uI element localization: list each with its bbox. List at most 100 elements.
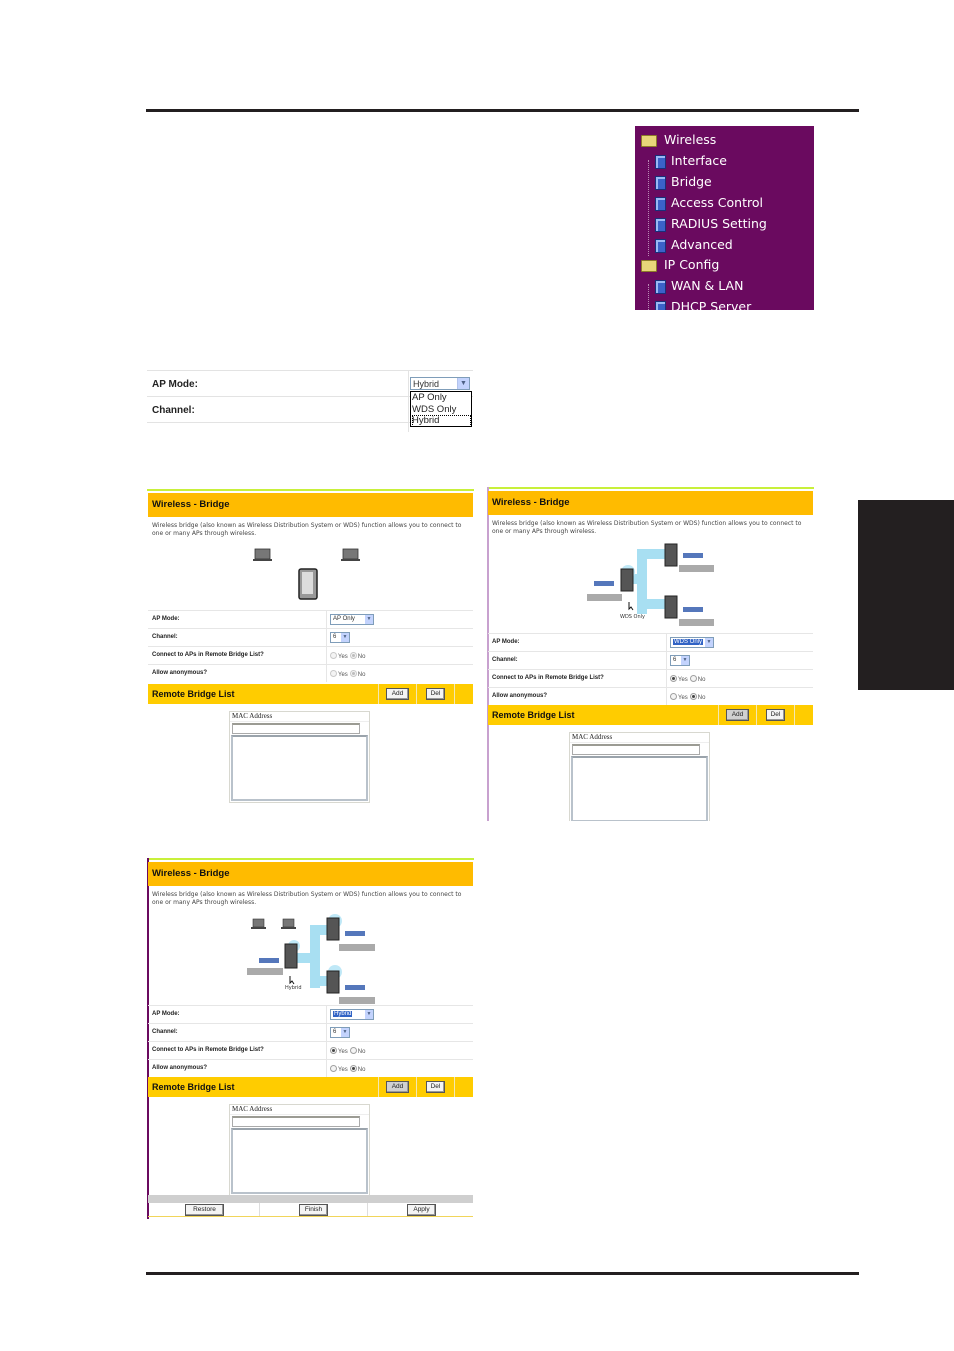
connect-no-radio[interactable]: [689, 675, 697, 682]
restore-button[interactable]: Restore: [185, 1204, 224, 1216]
chevron-down-icon: ▼: [705, 638, 713, 647]
laptop-icon: [341, 548, 360, 561]
header-rule: [146, 109, 859, 112]
laptop-icon: [281, 918, 296, 929]
mac-address-list[interactable]: [231, 735, 368, 801]
anonymous-yes-radio[interactable]: [330, 1065, 337, 1072]
anonymous-no-radio[interactable]: [349, 1065, 357, 1072]
page-icon: [655, 154, 666, 169]
del-button[interactable]: Del: [426, 688, 445, 700]
ap-mode-options: AP Only WDS Only Hybrid: [410, 391, 472, 427]
connect-yes-radio[interactable]: [670, 675, 677, 682]
chevron-down-icon: ▼: [365, 615, 373, 624]
option-hybrid[interactable]: Hybrid: [412, 415, 471, 427]
anonymous-yes-radio[interactable]: [330, 670, 337, 677]
mac-address-input[interactable]: [232, 723, 360, 734]
panel-title: Wireless - Bridge: [148, 862, 473, 886]
add-button[interactable]: Add: [726, 709, 749, 721]
page-icon: [655, 175, 666, 190]
access-point-icon: [326, 970, 340, 994]
menu-item-dhcp-server[interactable]: DHCP Server: [655, 297, 751, 310]
access-point-icon: [620, 568, 634, 592]
ap-only-diagram: [253, 548, 360, 600]
panel-description: Wireless bridge (also known as Wireless …: [152, 891, 462, 906]
menu-item-bridge[interactable]: Bridge: [655, 172, 712, 192]
option-ap-only[interactable]: AP Only: [412, 392, 471, 404]
menu-item-advanced[interactable]: Advanced: [655, 235, 733, 255]
ap-mode-select[interactable]: Hybrid ▼: [330, 1009, 374, 1020]
ap-mode-select[interactable]: WDS Only ▼: [670, 637, 714, 648]
diagram-caption: Hybrid: [285, 985, 302, 991]
ap-mode-select[interactable]: AP Only ▼: [330, 614, 374, 625]
page-icon: [655, 217, 666, 232]
access-point-icon: [664, 595, 678, 619]
menu-item-wan-lan[interactable]: WAN & LAN: [655, 276, 743, 296]
action-footer: Restore Finish Apply: [148, 1195, 473, 1217]
del-button[interactable]: Del: [426, 1081, 445, 1093]
diagram-caption: WDS Only: [620, 614, 645, 620]
folder-open-icon: [641, 134, 657, 147]
mac-address-list[interactable]: [571, 756, 708, 821]
panel-description: Wireless bridge (also known as Wireless …: [492, 520, 802, 535]
footer-rule: [146, 1272, 859, 1275]
remote-bridge-list-bar: Remote Bridge List Add Del: [148, 684, 473, 704]
cursor-icon: [289, 976, 295, 985]
ap-mode-select[interactable]: Hybrid ▼: [410, 377, 470, 390]
page-icon: [655, 238, 666, 253]
menu-item-radius-setting[interactable]: RADIUS Setting: [655, 214, 767, 234]
apply-button[interactable]: Apply: [407, 1204, 436, 1216]
del-button[interactable]: Del: [766, 709, 785, 721]
chevron-down-icon: ▼: [681, 656, 689, 665]
remote-bridge-list-bar: Remote Bridge List Add Del: [148, 1077, 473, 1097]
add-button[interactable]: Add: [386, 688, 409, 700]
option-wds-only[interactable]: WDS Only: [412, 404, 471, 416]
anonymous-no-radio[interactable]: [349, 670, 357, 677]
mac-address-input[interactable]: [572, 744, 700, 755]
mac-address-label: MAC Address: [230, 712, 369, 722]
anonymous-no-radio[interactable]: [689, 693, 697, 700]
laptop-icon: [253, 548, 272, 561]
anonymous-yes-radio[interactable]: [670, 693, 677, 700]
connect-remote-row: Connect to APs in Remote Bridge List? Yes…: [148, 646, 473, 664]
mac-address-list[interactable]: [231, 1128, 368, 1194]
mac-address-label: MAC Address: [570, 733, 709, 743]
ap-mode-row: AP Mode: AP Only ▼: [148, 610, 473, 628]
bridge-panel-wds-only: Wireless - Bridge Wireless bridge (also …: [487, 487, 814, 821]
add-button[interactable]: Add: [386, 1081, 409, 1093]
menu-folder-ip-config[interactable]: IP Config: [641, 255, 719, 275]
chevron-down-icon: ▼: [341, 633, 349, 642]
menu-folder-wireless[interactable]: Wireless: [641, 130, 716, 150]
finish-button[interactable]: Finish: [299, 1204, 328, 1216]
menu-item-access-control[interactable]: Access Control: [655, 193, 763, 213]
access-point-icon: [284, 943, 298, 969]
panel-title: Wireless - Bridge: [148, 493, 473, 517]
chevron-down-icon: ▼: [341, 1028, 349, 1037]
wds-only-diagram: WDS Only: [587, 543, 714, 626]
mac-address-box: MAC Address: [229, 1104, 370, 1196]
allow-anonymous-row: Allow anonymous? Yes No: [148, 664, 473, 682]
hybrid-diagram: Hybrid: [247, 914, 375, 1004]
chevron-down-icon[interactable]: ▼: [457, 378, 469, 389]
channel-select[interactable]: 6 ▼: [330, 632, 350, 643]
connect-no-radio[interactable]: [349, 1047, 357, 1054]
remote-bridge-list-bar: Remote Bridge List Add Del: [488, 705, 813, 725]
panel-title: Wireless - Bridge: [488, 491, 813, 515]
mac-address-input[interactable]: [232, 1116, 360, 1127]
channel-row: Channel: 6 ▼: [148, 1023, 473, 1041]
menu-item-interface[interactable]: Interface: [655, 151, 727, 171]
chevron-down-icon: ▼: [365, 1010, 373, 1019]
access-point-icon: [326, 917, 340, 941]
mac-address-label: MAC Address: [230, 1105, 369, 1115]
ap-mode-row: AP Mode: WDS Only ▼: [488, 633, 813, 651]
cursor-icon: [628, 602, 634, 611]
channel-select[interactable]: 6 ▼: [670, 655, 690, 666]
mac-address-box: MAC Address: [229, 711, 370, 803]
connect-yes-radio[interactable]: [330, 1047, 337, 1054]
connect-no-radio[interactable]: [349, 652, 357, 659]
allow-anonymous-row: Allow anonymous? Yes No: [148, 1059, 473, 1077]
channel-row: Channel: 6 ▼: [488, 651, 813, 669]
channel-select[interactable]: 6 ▼: [330, 1027, 350, 1038]
connect-yes-radio[interactable]: [330, 652, 337, 659]
connect-remote-row: Connect to APs in Remote Bridge List? Yes…: [148, 1041, 473, 1059]
ap-mode-label: AP Mode:: [152, 379, 198, 390]
